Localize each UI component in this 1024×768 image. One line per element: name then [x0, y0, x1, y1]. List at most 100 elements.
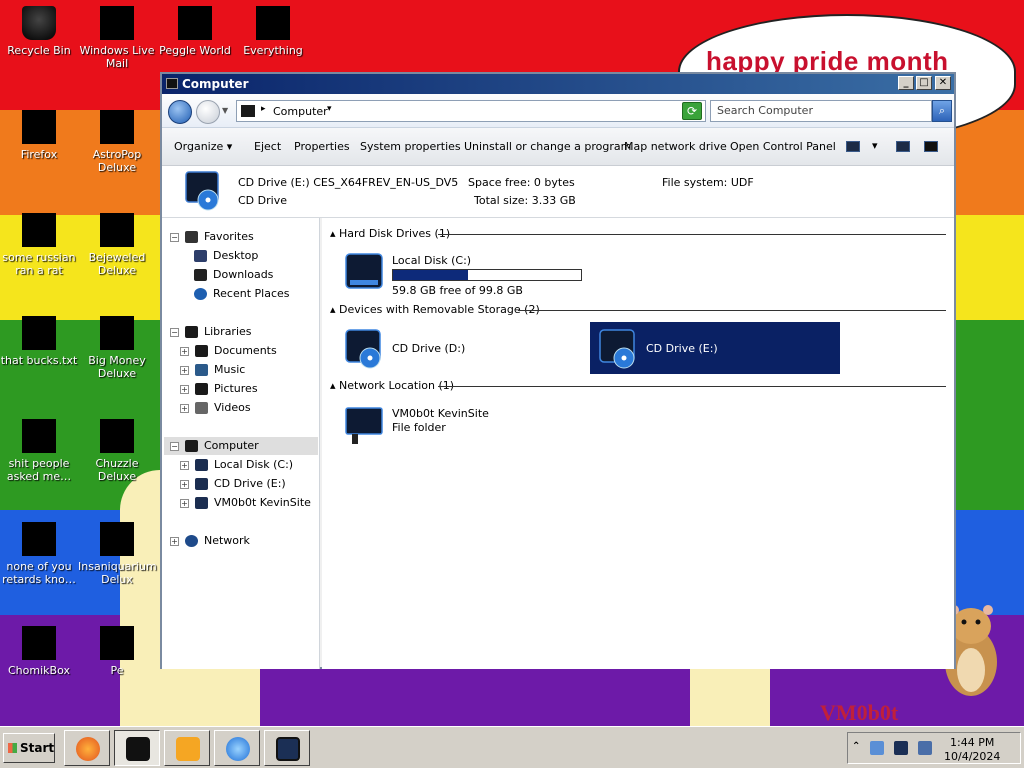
- taskbar-ie[interactable]: [214, 730, 260, 766]
- nav-computer[interactable]: − Computer: [164, 437, 318, 455]
- map-network-drive-button[interactable]: Map network drive: [624, 140, 727, 153]
- collapse-icon[interactable]: −: [170, 327, 179, 337]
- command-bar: Organize ▾ Eject Properties System prope…: [162, 128, 954, 166]
- nav-kevinsite[interactable]: + VM0b0t KevinSite: [180, 494, 311, 512]
- view-dropdown-icon[interactable]: ▾: [872, 139, 878, 152]
- open-control-panel-button[interactable]: Open Control Panel: [730, 140, 836, 153]
- group-header-removable[interactable]: ▴ Devices with Removable Storage (2): [330, 303, 540, 316]
- nav-music[interactable]: + Music: [180, 361, 245, 379]
- expand-icon[interactable]: +: [180, 403, 189, 413]
- hard-drive-icon: [195, 459, 208, 471]
- nav-cd-drive-e[interactable]: + CD Drive (E:): [180, 475, 286, 493]
- search-icon[interactable]: ⌕: [932, 100, 952, 122]
- clock-time[interactable]: 1:44 PM: [950, 736, 994, 749]
- nav-desktop[interactable]: Desktop: [194, 247, 258, 265]
- clock-date[interactable]: 10/4/2024: [944, 750, 1000, 763]
- expand-icon[interactable]: +: [180, 365, 189, 375]
- desktop-icon-russian-rat[interactable]: some russian ran a rat: [0, 211, 78, 277]
- desktop-icon-shit-people[interactable]: shit people asked me…: [0, 417, 78, 483]
- desktop-icon-pe[interactable]: Pe: [78, 624, 156, 677]
- nav-recent-places[interactable]: Recent Places: [194, 285, 290, 303]
- search-app-icon: [256, 6, 290, 40]
- refresh-button[interactable]: ⟳: [682, 102, 702, 120]
- volume-icon[interactable]: [918, 741, 932, 755]
- breadcrumb-computer[interactable]: Computer: [273, 105, 328, 118]
- text-file-icon: [22, 316, 56, 350]
- nav-local-disk[interactable]: + Local Disk (C:): [180, 456, 293, 474]
- back-button[interactable]: [168, 100, 192, 124]
- desktop-icon-insaniquarium[interactable]: Insaniquarium Delux: [78, 520, 157, 586]
- group-header-hdd[interactable]: ▴ Hard Disk Drives (1): [330, 227, 450, 240]
- search-input[interactable]: Search Computer: [710, 100, 932, 122]
- drive-tile-local-disk-c[interactable]: Local Disk (C:) 59.8 GB free of 99.8 GB: [336, 246, 586, 298]
- uninstall-program-button[interactable]: Uninstall or change a program: [464, 140, 631, 153]
- properties-button[interactable]: Properties: [294, 140, 350, 153]
- nav-pictures[interactable]: + Pictures: [180, 380, 258, 398]
- details-pane: CD Drive (E:) CES_X64FREV_EN-US_DV5 CD D…: [162, 166, 954, 218]
- maximize-button[interactable]: □: [916, 76, 932, 90]
- disk-usage-fill: [393, 270, 469, 280]
- group-header-network[interactable]: ▴ Network Location (1): [330, 379, 454, 392]
- window-titlebar[interactable]: Computer _ □ ✕: [162, 74, 954, 94]
- nav-favorites[interactable]: − Favorites: [170, 228, 254, 246]
- breadcrumb-arrow-icon[interactable]: ▸: [261, 104, 266, 114]
- address-field[interactable]: ▸ Computer ▾ ▼: [236, 100, 706, 122]
- network-status-icon[interactable]: [894, 741, 908, 755]
- collapse-icon[interactable]: −: [170, 441, 179, 451]
- desktop-icon-astropop[interactable]: AstroPop Deluxe: [78, 108, 156, 174]
- desktop-icon-everything[interactable]: Everything: [234, 4, 312, 57]
- organize-label: Organize: [174, 140, 224, 153]
- desktop-icon-firefox[interactable]: Firefox: [0, 108, 78, 161]
- expand-icon[interactable]: +: [170, 536, 179, 546]
- game-icon: [100, 110, 134, 144]
- taskbar-display[interactable]: [264, 730, 310, 766]
- nav-documents[interactable]: + Documents: [180, 342, 277, 360]
- help-icon[interactable]: [924, 141, 938, 152]
- chomikbox-icon: [22, 626, 56, 660]
- taskbar-firefox[interactable]: [64, 730, 110, 766]
- expand-icon[interactable]: +: [180, 479, 189, 489]
- nav-videos[interactable]: + Videos: [180, 399, 251, 417]
- start-button[interactable]: Start: [3, 733, 55, 763]
- nav-downloads[interactable]: Downloads: [194, 266, 273, 284]
- desktop-icon-peggle-world[interactable]: Peggle World: [156, 4, 234, 57]
- expand-icon[interactable]: +: [180, 384, 189, 394]
- expand-icon[interactable]: +: [180, 498, 189, 508]
- cd-drive-icon: [185, 171, 219, 211]
- expand-icon[interactable]: +: [180, 460, 189, 470]
- drive-tile-cd-d[interactable]: CD Drive (D:): [336, 322, 586, 374]
- drive-tile-cd-e[interactable]: CD Drive (E:): [590, 322, 840, 374]
- minimize-button[interactable]: _: [898, 76, 914, 90]
- desktop-icon-label: some russian ran a rat: [2, 251, 76, 277]
- breadcrumb-dropdown-icon[interactable]: ▾: [327, 104, 332, 114]
- desktop-icon-chomikbox[interactable]: ChomikBox: [0, 624, 78, 677]
- desktop-icon-chuzzle[interactable]: Chuzzle Deluxe: [78, 417, 156, 483]
- drive-name: CD Drive (E:): [646, 342, 718, 355]
- change-view-icon[interactable]: [846, 141, 860, 152]
- window-title: Computer: [182, 77, 249, 91]
- forward-button[interactable]: [196, 100, 220, 124]
- desktop-icon-big-money[interactable]: Big Money Deluxe: [78, 314, 156, 380]
- desktop-icon-label: Peggle World: [159, 44, 231, 57]
- taskbar-explorer[interactable]: [114, 730, 160, 766]
- desktop-icon-label: Windows Live Mail: [79, 44, 155, 70]
- show-hidden-icons-icon[interactable]: ⌃: [852, 741, 860, 752]
- desktop-icon-recycle-bin[interactable]: Recycle Bin: [0, 4, 78, 57]
- recent-pages-dropdown-icon[interactable]: ▼: [222, 106, 228, 115]
- desktop-icon-bucks-txt[interactable]: that bucks.txt: [0, 314, 78, 367]
- collapse-icon[interactable]: −: [170, 232, 179, 242]
- nav-libraries[interactable]: − Libraries: [170, 323, 252, 341]
- organize-button[interactable]: Organize ▾: [174, 140, 232, 153]
- close-button[interactable]: ✕: [935, 76, 951, 90]
- eject-button[interactable]: Eject: [254, 140, 281, 153]
- desktop-icon-none-of-you[interactable]: none of you retards kno…: [0, 520, 78, 586]
- system-properties-button[interactable]: System properties: [360, 140, 461, 153]
- desktop-icon-windows-live-mail[interactable]: Windows Live Mail: [78, 4, 156, 70]
- network-location-kevinsite[interactable]: VM0b0t KevinSite File folder: [336, 398, 586, 450]
- nav-network[interactable]: + Network: [170, 532, 250, 550]
- preview-pane-icon[interactable]: [896, 141, 910, 152]
- desktop-icon-bejeweled[interactable]: Bejeweled Deluxe: [78, 211, 156, 277]
- taskbar-media-player[interactable]: [164, 730, 210, 766]
- tray-app-icon[interactable]: [870, 741, 884, 755]
- expand-icon[interactable]: +: [180, 346, 189, 356]
